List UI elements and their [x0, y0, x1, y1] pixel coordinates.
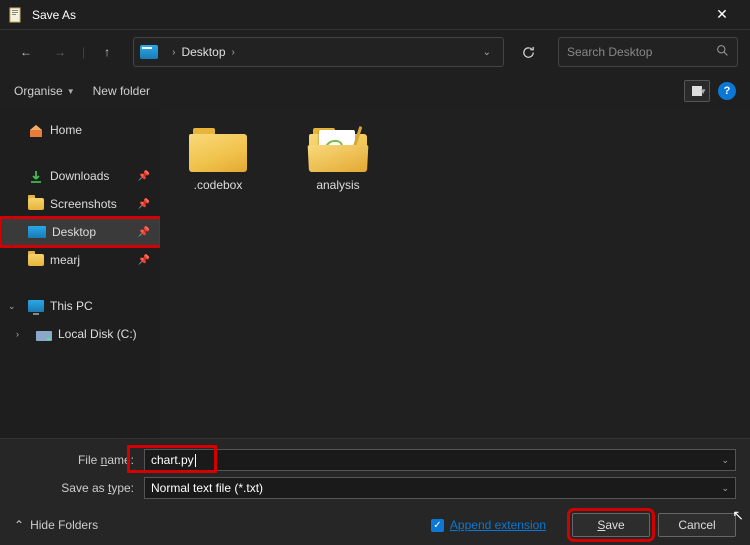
cancel-button[interactable]: Cancel	[658, 513, 736, 537]
sidebar-item-label: mearj	[50, 253, 80, 267]
chevron-right-icon: ›	[232, 47, 235, 58]
close-button[interactable]: ✕	[702, 6, 742, 23]
folder-icon	[309, 128, 367, 172]
breadcrumb-location[interactable]: Desktop	[181, 45, 225, 59]
forward-button[interactable]: →	[46, 38, 74, 66]
chevron-right-icon: ›	[172, 47, 175, 58]
back-button[interactable]: ←	[12, 38, 40, 66]
chevron-right-icon[interactable]: ›	[16, 329, 19, 339]
organise-menu[interactable]: Organise ▼	[14, 84, 75, 98]
append-extension-checkbox[interactable]: ✓ Append extension	[431, 518, 546, 532]
pin-icon: 📌	[138, 199, 150, 210]
folder-icon	[28, 254, 44, 266]
sidebar-item-label: Screenshots	[50, 197, 117, 211]
search-input[interactable]: Search Desktop	[558, 37, 738, 67]
titlebar: Save As ✕	[0, 0, 750, 30]
search-icon	[716, 44, 729, 60]
app-icon	[8, 7, 24, 23]
save-button[interactable]: Save	[572, 513, 650, 537]
sidebar-item-screenshots[interactable]: Screenshots 📌	[0, 190, 160, 218]
pin-icon: 📌	[138, 171, 150, 182]
sidebar-item-mearj[interactable]: mearj 📌	[0, 246, 160, 274]
checkbox-checked-icon: ✓	[431, 519, 444, 532]
folder-content-area[interactable]: .codebox analysis	[160, 108, 750, 438]
folder-icon	[28, 198, 44, 210]
new-folder-button[interactable]: New folder	[93, 84, 150, 98]
nav-bar: ← → | ↑ › Desktop › ⌄ Search Desktop	[0, 30, 750, 74]
breadcrumb-bar[interactable]: › Desktop › ⌄	[133, 37, 504, 67]
chevron-down-icon: ▼	[699, 87, 707, 96]
toolbar: Organise ▼ New folder ▼ ?	[0, 74, 750, 108]
chevron-down-icon[interactable]: ⌄	[721, 455, 729, 466]
hide-folders-toggle[interactable]: ⌃ Hide Folders	[14, 518, 98, 532]
chevron-down-icon[interactable]: ⌄	[721, 483, 729, 494]
highlight-filename	[127, 445, 217, 473]
savetype-select[interactable]: Normal text file (*.txt) ⌄	[144, 477, 736, 499]
chevron-up-icon: ⌃	[14, 518, 24, 532]
refresh-button[interactable]	[514, 38, 542, 66]
folder-codebox[interactable]: .codebox	[170, 122, 266, 198]
footer: File name: chart.py ⌄ Save as type: Norm…	[0, 438, 750, 545]
folder-label: analysis	[316, 178, 359, 192]
sidebar-item-local-disk[interactable]: › Local Disk (C:)	[0, 320, 160, 348]
sidebar-item-label: Desktop	[52, 225, 96, 239]
breadcrumb-dropdown[interactable]: ⌄	[477, 47, 497, 58]
sidebar-item-desktop[interactable]: Desktop 📌	[0, 218, 160, 246]
savetype-label: Save as type:	[14, 481, 144, 495]
desktop-icon	[28, 226, 46, 238]
view-mode-button[interactable]: ▼	[684, 80, 710, 102]
sidebar-item-label: Local Disk (C:)	[58, 327, 137, 341]
sidebar-item-label: Home	[50, 123, 82, 137]
drive-icon	[36, 331, 52, 341]
download-icon	[28, 169, 44, 183]
sidebar-item-this-pc[interactable]: ⌄ This PC	[0, 292, 160, 320]
filename-label: File name:	[14, 453, 144, 467]
chevron-down-icon: ▼	[67, 87, 75, 96]
pin-icon: 📌	[138, 255, 150, 266]
filename-input[interactable]: chart.py ⌄	[144, 449, 736, 471]
folder-label: .codebox	[194, 178, 243, 192]
chevron-down-icon[interactable]: ⌄	[8, 301, 16, 312]
sidebar-item-label: Downloads	[50, 169, 109, 183]
sidebar-item-home[interactable]: Home	[0, 116, 160, 144]
window-title: Save As	[32, 8, 702, 22]
pin-icon: 📌	[138, 227, 150, 238]
sidebar-item-label: This PC	[50, 299, 93, 313]
help-button[interactable]: ?	[718, 82, 736, 100]
sidebar: Home Downloads 📌 Screenshots 📌 Desktop 📌…	[0, 108, 160, 438]
up-button[interactable]: ↑	[93, 38, 121, 66]
folder-analysis[interactable]: analysis	[290, 122, 386, 198]
sidebar-item-downloads[interactable]: Downloads 📌	[0, 162, 160, 190]
desktop-icon	[140, 45, 158, 59]
home-icon	[28, 123, 44, 137]
search-placeholder: Search Desktop	[567, 45, 652, 59]
pc-icon	[28, 300, 44, 312]
folder-icon	[189, 128, 247, 172]
